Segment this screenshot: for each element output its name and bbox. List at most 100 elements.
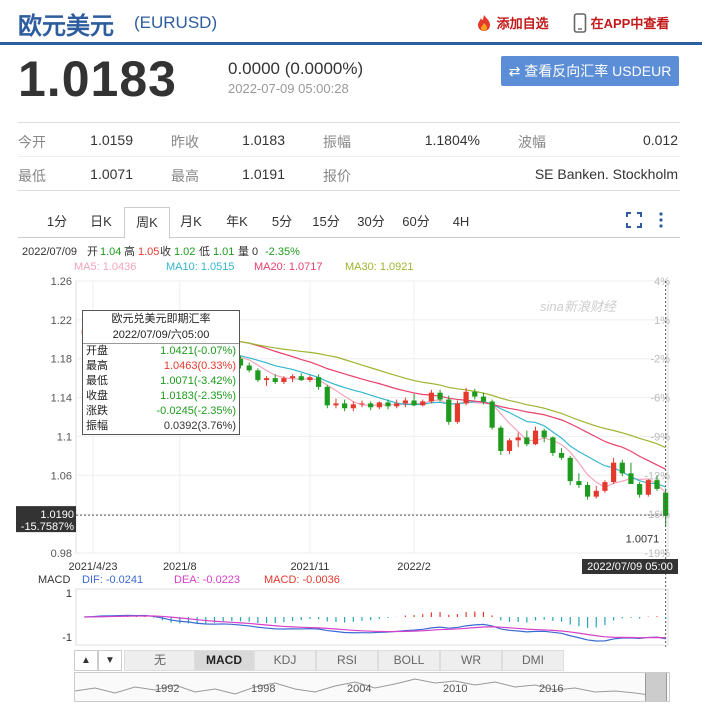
- candle-body: [463, 391, 469, 404]
- view-in-app-button[interactable]: 在APP中查看: [573, 13, 669, 33]
- tab-5min[interactable]: 5分: [263, 207, 301, 236]
- navigator-handle[interactable]: [645, 673, 667, 701]
- candle-body: [446, 399, 452, 422]
- candle-body: [515, 437, 521, 441]
- info-date: 2022/07/09: [22, 246, 77, 258]
- tooltip-rows: 开盘 1.0421(-0.07%) 最高 1.0463(0.33%) 最低 1.0071(…: [83, 344, 239, 434]
- right-tick-label: 1%: [654, 315, 670, 327]
- quote-timestamp: 2022-07-09 05:00:28: [228, 81, 349, 96]
- tab-daily-k[interactable]: 日K: [82, 207, 120, 236]
- macd-value: MACD: -0.0036: [264, 574, 340, 586]
- scroll-down-button[interactable]: ▼: [98, 650, 122, 671]
- tooltip-value: 0.0392(3.76%): [163, 420, 236, 432]
- y-tick-label: 0.98: [51, 548, 72, 560]
- candle-body: [593, 490, 599, 497]
- candle-body: [255, 370, 261, 381]
- candle: [489, 399, 495, 430]
- ma5-label: MA5: 1.0436: [74, 261, 136, 273]
- candle: [289, 374, 296, 383]
- cursor-x-label: 2022/07/09 05:00: [587, 561, 673, 573]
- tooltip-row: 振幅 0.0392(3.76%): [83, 419, 239, 434]
- tab-30min[interactable]: 30分: [352, 207, 390, 236]
- x-axis: 2021/4/23 2021/8 2021/11 2022/2: [69, 561, 431, 573]
- candle: [368, 401, 374, 411]
- tab-4h[interactable]: 4H: [442, 207, 480, 236]
- tooltip-key: 振幅: [86, 420, 108, 432]
- candle-body: [489, 401, 495, 428]
- candle-body: [376, 402, 382, 408]
- tooltip-date: 2022/07/09/六05:00: [83, 327, 239, 344]
- tooltip-value: 1.0463(0.33%): [163, 360, 236, 372]
- page-header: 欧元美元 (EURUSD) 添加自选 在APP中查看: [0, 0, 702, 45]
- x-tick-label: 2021/4/23: [69, 561, 118, 573]
- range-navigator[interactable]: 1992 1998 2004 2010 2016: [74, 672, 670, 702]
- candle-body: [558, 452, 565, 458]
- x-tick-label: 2021/8: [163, 561, 197, 573]
- indicator-wr[interactable]: WR: [440, 650, 502, 671]
- candle-body: [602, 482, 608, 491]
- candle-body: [550, 437, 556, 453]
- scroll-up-button[interactable]: ▲: [74, 650, 98, 671]
- info-open: 1.04: [100, 246, 121, 258]
- candle: [376, 401, 382, 410]
- indicator-none[interactable]: 无: [124, 650, 196, 671]
- tooltip-row: 收盘 1.0183(-2.35%): [83, 389, 239, 404]
- stats-row: 今开 1.0159 昨收 1.0183 振幅 1.1804% 波幅 0.012: [18, 123, 680, 156]
- tab-weekly-k[interactable]: 周K: [124, 207, 170, 239]
- indicator-kdj[interactable]: KDJ: [254, 650, 316, 671]
- candle: [428, 389, 434, 404]
- ohlc-tooltip: 欧元兑美元即期汇率 2022/07/09/六05:00 开盘 1.0421(-0.…: [82, 310, 240, 435]
- macd-dea: DEA: -0.0223: [174, 574, 240, 586]
- tab-60min[interactable]: 60分: [397, 207, 435, 236]
- more-vertical-icon[interactable]: [658, 212, 664, 233]
- candle: [645, 479, 651, 497]
- candle-body: [281, 378, 287, 383]
- candle-body: [628, 473, 634, 485]
- candle-body: [637, 484, 643, 495]
- candle-body: [411, 400, 417, 406]
- stat-value: 1.0183: [242, 132, 285, 148]
- navigator-year: 2004: [347, 683, 372, 695]
- indicator-dmi[interactable]: DMI: [502, 650, 564, 671]
- stat-value: 1.0159: [90, 132, 133, 148]
- stat-label: 波幅: [518, 134, 546, 150]
- info-close-label: 收: [160, 244, 171, 258]
- tooltip-key: 最高: [86, 360, 108, 372]
- tab-yearly-k[interactable]: 年K: [218, 207, 256, 236]
- tab-monthly-k[interactable]: 月K: [172, 207, 210, 236]
- fire-icon: [478, 15, 490, 31]
- indicator-boll[interactable]: BOLL: [378, 650, 440, 671]
- candle-body: [394, 403, 400, 407]
- x-tick-label: 2022/2: [397, 561, 431, 573]
- min-label: 1.0071: [626, 534, 660, 546]
- stat-label: 振幅: [323, 134, 351, 150]
- indicator-macd[interactable]: MACD: [194, 650, 254, 671]
- candle: [628, 462, 634, 485]
- macd-y-tick: -1: [62, 632, 72, 644]
- stats-row: 最低 1.0071 最高 1.0191 报价 SE Banken. Stockh…: [18, 156, 680, 190]
- kline-chart[interactable]: 2022/07/09 开 1.04 高 1.05 收 1.02 低 1.01 量…: [0, 237, 702, 650]
- candle-body: [567, 457, 573, 482]
- pair-code: (EURUSD): [134, 13, 218, 32]
- view-in-app-label: 在APP中查看: [590, 16, 670, 31]
- expand-icon[interactable]: [626, 212, 642, 233]
- info-low-label: 低: [199, 245, 210, 258]
- right-axis: 4%1%-2%-6%-9%-12%-16%-19%: [644, 276, 670, 560]
- reverse-rate-button[interactable]: ⇄ 查看反向汇率 USDEUR: [501, 56, 679, 86]
- candle: [498, 425, 504, 455]
- current-price: 1.0183: [18, 51, 177, 107]
- candle-body: [619, 462, 625, 474]
- tooltip-title: 欧元兑美元即期汇率: [111, 313, 211, 325]
- tab-1min[interactable]: 1分: [38, 207, 76, 236]
- add-watchlist-button[interactable]: 添加自选: [475, 13, 549, 32]
- tooltip-row: 最高 1.0463(0.33%): [83, 359, 239, 374]
- info-open-label: 开: [87, 246, 98, 258]
- x-tick-label: 2021/11: [290, 561, 329, 573]
- y-tick-label: 1.06: [51, 470, 72, 482]
- candle-body: [272, 378, 278, 383]
- tooltip-value: 1.0071(-3.42%): [160, 375, 236, 387]
- candle: [246, 362, 252, 373]
- candle: [602, 480, 608, 493]
- indicator-rsi[interactable]: RSI: [316, 650, 378, 671]
- tab-15min[interactable]: 15分: [307, 207, 345, 236]
